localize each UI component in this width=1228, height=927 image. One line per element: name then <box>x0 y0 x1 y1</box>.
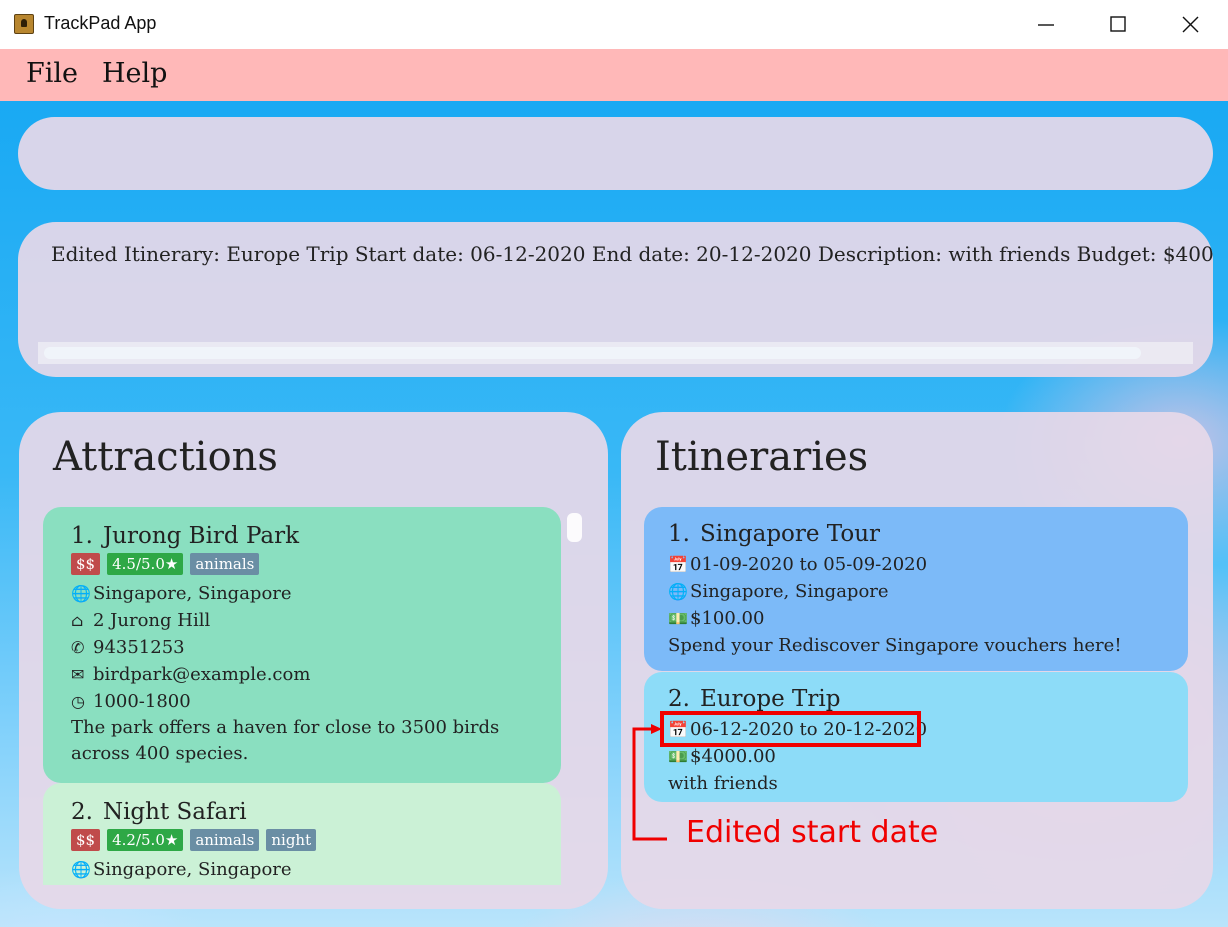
maximize-button[interactable] <box>1082 0 1154 49</box>
itinerary-location: Singapore, Singapore <box>690 581 889 602</box>
title-bar: TrackPad App <box>0 0 1228 50</box>
annotation-highlight-box <box>660 711 921 747</box>
money-icon: 💵 <box>668 747 688 766</box>
globe-icon: 🌐 <box>71 860 91 879</box>
result-display: Edited Itinerary: Europe Trip Start date… <box>18 222 1213 377</box>
itinerary-name: Singapore Tour <box>699 521 881 547</box>
globe-icon: 🌐 <box>71 584 91 603</box>
scrollbar-thumb[interactable] <box>567 513 582 542</box>
attraction-tags: $$ 4.5/5.0★ animals <box>71 553 533 579</box>
minimize-button[interactable] <box>1010 0 1082 49</box>
email-row: ✉ birdpark@example.com <box>71 661 533 688</box>
attraction-phone: 94351253 <box>93 637 185 658</box>
minimize-icon <box>1038 24 1054 26</box>
itinerary-card[interactable]: 1. Singapore Tour 📅 01-09-2020 to 05-09-20… <box>644 507 1188 671</box>
money-icon: 💵 <box>668 609 688 628</box>
command-input[interactable] <box>18 117 1213 190</box>
attraction-email: birdpark@example.com <box>93 664 311 685</box>
price-tag: $$ <box>71 553 101 575</box>
itinerary-budget: $100.00 <box>690 608 765 629</box>
itineraries-title: Itineraries <box>655 434 869 480</box>
attraction-name: Night Safari <box>102 799 247 825</box>
location-row: 🌐 Singapore, Singapore <box>71 580 533 607</box>
itinerary-name-row: 1. Singapore Tour <box>668 519 1164 549</box>
horizontal-scrollbar[interactable] <box>38 342 1193 364</box>
annotation-label: Edited start date <box>686 815 939 850</box>
budget-row: 💵 $4000.00 <box>668 743 1164 770</box>
attraction-name: Jurong Bird Park <box>102 523 300 549</box>
maximize-icon <box>1110 16 1126 32</box>
vertical-scrollbar[interactable] <box>565 510 583 885</box>
home-icon: ⌂ <box>71 611 84 630</box>
label-tag: night <box>266 829 317 851</box>
attractions-panel: Attractions 1. Jurong Bird Park $$ 4.5/5.0… <box>19 412 608 909</box>
attraction-card[interactable]: 1. Jurong Bird Park $$ 4.5/5.0★ animals 🌐 Si… <box>43 507 561 783</box>
dates-row: 📅 01-09-2020 to 05-09-2020 <box>668 551 1164 578</box>
phone-icon: ✆ <box>71 638 85 657</box>
globe-icon: 🌐 <box>668 582 688 601</box>
attraction-tags: $$ 4.2/5.0★ animals night <box>71 829 533 855</box>
attraction-card[interactable]: 2. Night Safari $$ 4.2/5.0★ animals night 🌐 S… <box>43 783 561 885</box>
attraction-index: 2. <box>71 799 93 825</box>
window-title: TrackPad App <box>44 13 157 33</box>
menu-file[interactable]: File <box>26 58 78 89</box>
app-icon <box>14 14 34 34</box>
itinerary-name: Europe Trip <box>699 686 841 712</box>
attraction-name-row: 2. Night Safari <box>71 797 533 827</box>
attraction-name-row: 1. Jurong Bird Park <box>71 521 533 551</box>
attraction-description: The park offers a haven for close to 350… <box>71 717 500 764</box>
price-tag: $$ <box>71 829 101 851</box>
location-row: 🌐 Singapore, Singapore <box>71 856 533 883</box>
attraction-hours: 1000-1800 <box>93 691 191 712</box>
itinerary-dates: 01-09-2020 to 05-09-2020 <box>690 554 928 575</box>
label-tag: animals <box>190 829 260 851</box>
itinerary-budget: $4000.00 <box>690 746 776 767</box>
budget-row: 💵 $100.00 <box>668 605 1164 632</box>
attraction-address: 2 Jurong Hill <box>93 610 211 631</box>
attraction-location: Singapore, Singapore <box>93 583 292 604</box>
scrollbar-thumb[interactable] <box>44 347 1141 359</box>
attractions-list: 1. Jurong Bird Park $$ 4.5/5.0★ animals 🌐 Si… <box>43 507 561 885</box>
close-icon <box>1182 16 1199 33</box>
itinerary-description: Spend your Rediscover Singapore vouchers… <box>668 635 1122 656</box>
itinerary-description: with friends <box>668 773 778 794</box>
attraction-index: 1. <box>71 523 93 549</box>
itinerary-name-row: 2. Europe Trip <box>668 684 1164 714</box>
itineraries-list: 1. Singapore Tour 📅 01-09-2020 to 05-09-20… <box>644 507 1188 807</box>
phone-row: ✆ 94351253 <box>71 634 533 661</box>
itinerary-index: 2. <box>668 686 690 712</box>
email-icon: ✉ <box>71 665 85 684</box>
menu-bar: File Help <box>0 49 1228 101</box>
result-text: Edited Itinerary: Europe Trip Start date… <box>51 242 1213 266</box>
itinerary-index: 1. <box>668 521 690 547</box>
menu-help[interactable]: Help <box>102 58 167 89</box>
attraction-location: Singapore, Singapore <box>93 859 292 880</box>
location-row: 🌐 Singapore, Singapore <box>668 578 1164 605</box>
hours-row: ◷ 1000-1800 <box>71 688 533 715</box>
calendar-icon: 📅 <box>668 555 688 574</box>
clock-icon: ◷ <box>71 692 85 711</box>
label-tag: animals <box>190 553 260 575</box>
close-button[interactable] <box>1155 0 1227 49</box>
address-row: ⌂ 2 Jurong Hill <box>71 607 533 634</box>
attractions-title: Attractions <box>53 434 278 480</box>
rating-tag: 4.2/5.0★ <box>107 829 184 851</box>
rating-tag: 4.5/5.0★ <box>107 553 184 575</box>
